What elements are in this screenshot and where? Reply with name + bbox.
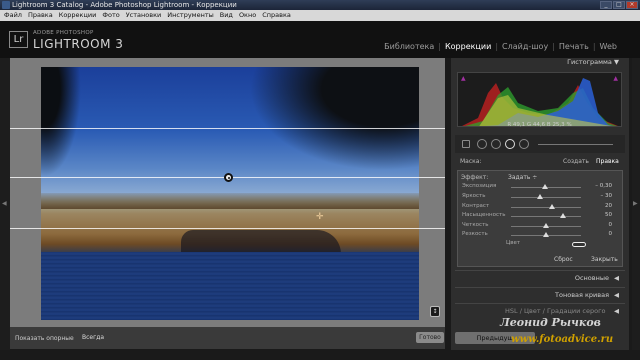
graduated-filter-icon[interactable] xyxy=(505,139,515,149)
before-after-toggle-icon[interactable]: ↕ xyxy=(430,306,440,317)
menu-tools[interactable]: Инструменты xyxy=(167,10,214,21)
red-eye-icon[interactable] xyxy=(491,139,501,149)
menu-help[interactable]: Справка xyxy=(262,10,291,21)
adjustment-brush-icon[interactable] xyxy=(519,139,529,149)
slider-brightness[interactable]: Яркость – 30 xyxy=(460,193,620,202)
menu-edit[interactable]: Правка xyxy=(28,10,53,21)
mask-edit[interactable]: Правка xyxy=(596,158,619,165)
minimize-button[interactable]: _ xyxy=(600,1,612,9)
tool-slider[interactable] xyxy=(538,144,613,145)
close-button[interactable]: × xyxy=(626,1,638,9)
slider-contrast[interactable]: Контраст 20 xyxy=(460,203,620,212)
menu-photo[interactable]: Фото xyxy=(102,10,119,21)
section-tone-curve[interactable]: Тоновая кривая ◀ xyxy=(455,287,625,300)
brand-subtitle: ADOBE PHOTOSHOP xyxy=(33,30,94,36)
reset-button[interactable]: Сброс xyxy=(554,256,573,263)
histogram: ▲ ▲ xyxy=(457,72,622,127)
menu-settings[interactable]: Установки xyxy=(126,10,162,21)
photo-trees-right xyxy=(239,67,419,177)
maximize-button[interactable]: □ xyxy=(613,1,625,9)
right-edge: ▶ xyxy=(632,58,640,350)
menu-view[interactable]: Вид xyxy=(220,10,233,21)
section-basic[interactable]: Основные ◀ xyxy=(455,270,625,283)
lightroom-logo: Lr xyxy=(9,31,28,48)
collapse-arrow-icon: ◀ xyxy=(614,307,619,315)
menu-develop[interactable]: Коррекции xyxy=(59,10,97,21)
color-row: Цвет xyxy=(506,240,521,246)
watermark-url: www.fotoadvice.ru xyxy=(511,334,614,345)
show-pins-label: Показать опорные xyxy=(15,335,74,342)
histogram-header[interactable]: Гистограмма ▼ xyxy=(451,58,629,67)
close-panel-button[interactable]: Закрыть xyxy=(591,256,618,263)
effect-select[interactable]: Задать ÷ xyxy=(508,174,537,181)
module-picker: Библиотека | Коррекции | Слайд-шоу | Печать… xyxy=(381,42,620,51)
mask-label: Маска: xyxy=(460,158,482,165)
watermark-author: Леонид Рычков xyxy=(500,316,601,329)
photo-treeline xyxy=(41,193,419,209)
module-library[interactable]: Библиотека xyxy=(381,42,437,51)
menu-bar: Файл Правка Коррекции Фото Установки Инс… xyxy=(0,10,640,21)
slider-exposure[interactable]: Экспозиция – 0,30 xyxy=(460,183,620,192)
clipping-highlights-icon[interactable]: ▲ xyxy=(613,75,618,82)
module-develop[interactable]: Коррекции xyxy=(442,42,494,51)
expand-left-icon[interactable]: ◀ xyxy=(2,200,7,207)
brand-title: LIGHTROOM 3 xyxy=(33,37,124,51)
menu-window[interactable]: Окно xyxy=(239,10,256,21)
crop-tool-icon[interactable] xyxy=(462,140,470,148)
gradient-line-top[interactable] xyxy=(10,128,445,129)
window-title: Lightroom 3 Catalog - Adobe Photoshop Li… xyxy=(12,1,237,9)
crosshair-cursor-icon: ✛ xyxy=(316,212,324,222)
histogram-graph xyxy=(462,78,618,126)
clipping-shadows-icon[interactable]: ▲ xyxy=(461,75,466,82)
left-panel-collapsed: ◀ xyxy=(0,58,10,350)
collapse-arrow-icon: ◀ xyxy=(614,274,619,282)
gradient-line-bottom[interactable] xyxy=(10,228,445,229)
module-slideshow[interactable]: Слайд-шоу xyxy=(499,42,551,51)
module-print[interactable]: Печать xyxy=(556,42,592,51)
done-button[interactable]: Готово xyxy=(416,332,444,343)
spot-removal-icon[interactable] xyxy=(477,139,487,149)
module-web[interactable]: Web xyxy=(597,42,620,51)
slider-sharpness[interactable]: Резкость 0 xyxy=(460,231,620,240)
menu-file[interactable]: Файл xyxy=(4,10,22,21)
mask-bar: Маска: Создать Правка xyxy=(455,155,625,167)
window-controls: _ □ × xyxy=(600,1,638,9)
collapse-arrow-icon: ◀ xyxy=(614,291,619,299)
rgb-readout: R 49,1 G 44,6 B 25,3 % xyxy=(507,122,572,128)
section-hsl[interactable]: HSL / Цвет / Градации серого ◀ xyxy=(455,303,625,316)
bottom-toolbar: Показать опорные Всегда Готово xyxy=(10,327,445,349)
photo-preview[interactable] xyxy=(41,67,419,320)
effect-label: Эффект: xyxy=(461,174,489,181)
title-bar: Lightroom 3 Catalog - Adobe Photoshop Li… xyxy=(0,0,640,10)
gradient-pin[interactable] xyxy=(224,173,233,182)
photo-trees-left xyxy=(41,67,81,177)
color-swatch[interactable] xyxy=(572,242,586,247)
slider-saturation[interactable]: Насыщенность 50 xyxy=(460,212,620,221)
app-icon xyxy=(2,1,10,9)
show-pins-select[interactable]: Всегда xyxy=(82,334,104,341)
slider-clarity[interactable]: Четкость 0 xyxy=(460,222,620,231)
photo-water xyxy=(41,252,419,320)
collapse-right-icon[interactable]: ▶ xyxy=(633,200,638,207)
mask-create[interactable]: Создать xyxy=(563,158,589,165)
